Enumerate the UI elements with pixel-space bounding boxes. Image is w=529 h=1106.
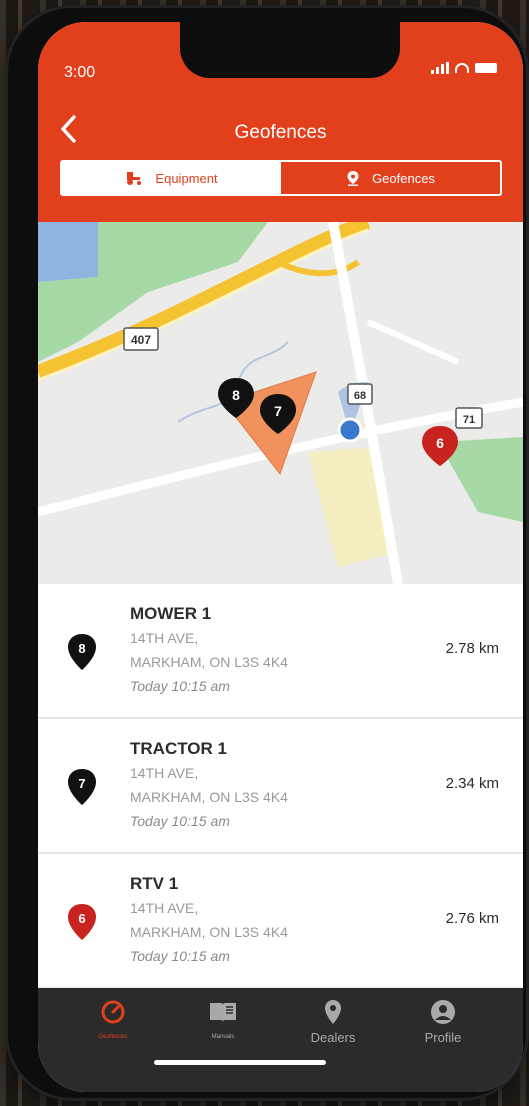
gauge-icon — [101, 1000, 125, 1024]
home-indicator[interactable] — [154, 1060, 326, 1065]
map-pin-icon — [347, 171, 359, 186]
equipment-timestamp: Today 10:15 am — [130, 813, 230, 829]
shield-label-71: 71 — [463, 414, 475, 426]
shield-label-407: 407 — [131, 333, 151, 347]
equipment-name: TRACTOR 1 — [130, 739, 227, 758]
status-icons — [431, 62, 497, 74]
tabbar-label: Profile — [424, 1030, 462, 1045]
equipment-distance: 2.78 km — [445, 640, 499, 657]
tabbar-item-geofences[interactable]: Geofences — [68, 998, 158, 1040]
map-canvas: 407 68 71 8 7 6 — [38, 222, 523, 584]
svg-text:6: 6 — [78, 911, 85, 926]
equipment-distance: 2.76 km — [445, 910, 499, 927]
segmented-control: Equipment Geofences — [60, 160, 502, 196]
equipment-name: MOWER 1 — [130, 604, 212, 623]
map-view[interactable]: 407 68 71 8 7 6 — [38, 222, 523, 584]
tab-equipment-label: Equipment — [155, 170, 218, 186]
app-screen: 3:00 Geofences Equipment Geofences 407 6… — [38, 22, 523, 1092]
map-pin-6-label: 6 — [436, 435, 444, 451]
map-pin-7-label: 7 — [274, 403, 282, 419]
map-pin-icon: 6 — [68, 904, 96, 940]
tractor-icon — [127, 172, 142, 185]
tab-geofences[interactable]: Geofences — [281, 162, 500, 194]
equipment-address-line2: MARKHAM, ON L3S 4K4 — [130, 924, 288, 940]
equipment-address-line1: 14TH AVE, — [130, 630, 199, 646]
page-title: Geofences — [234, 122, 327, 143]
phone-frame: 3:00 Geofences Equipment Geofences 407 6… — [8, 8, 526, 1098]
tabbar-item-profile[interactable]: Profile — [398, 998, 488, 1045]
highway-shield-71: 71 — [455, 407, 483, 429]
location-pin-icon — [325, 1000, 341, 1024]
list-item[interactable]: 6 RTV 1 14TH AVE, MARKHAM, ON L3S 4K4 To… — [38, 854, 523, 989]
tabbar-label: Manuals — [211, 1034, 235, 1040]
equipment-address-line1: 14TH AVE, — [130, 765, 199, 781]
tab-equipment[interactable]: Equipment — [62, 162, 281, 194]
map-pin-icon: 8 — [68, 634, 96, 670]
map-pin-8-label: 8 — [232, 387, 240, 403]
equipment-address-line2: MARKHAM, ON L3S 4K4 — [130, 654, 288, 670]
equipment-name: RTV 1 — [130, 874, 179, 893]
equipment-address-line1: 14TH AVE, — [130, 900, 199, 916]
current-location-dot — [337, 417, 363, 443]
notch — [180, 22, 400, 78]
battery-icon — [475, 63, 497, 73]
equipment-distance: 2.34 km — [445, 775, 499, 792]
highway-shield-407: 407 — [123, 327, 159, 351]
shield-label-68: 68 — [354, 390, 366, 402]
equipment-timestamp: Today 10:15 am — [130, 948, 230, 964]
tabbar-label: Dealers — [310, 1030, 356, 1045]
tabbar-item-manuals[interactable]: Manuals — [178, 998, 268, 1040]
book-icon — [210, 1003, 236, 1022]
signal-icon — [431, 62, 449, 74]
tab-geofences-label: Geofences — [372, 170, 435, 186]
svg-text:8: 8 — [78, 641, 85, 656]
highway-shield-68: 68 — [347, 383, 373, 405]
list-item[interactable]: 8 MOWER 1 14TH AVE, MARKHAM, ON L3S 4K4 … — [38, 584, 523, 719]
equipment-address-line2: MARKHAM, ON L3S 4K4 — [130, 789, 288, 805]
tabbar-item-dealers[interactable]: Dealers — [288, 998, 378, 1045]
bottom-tab-bar: Geofences Manuals Dealers Profile — [38, 988, 523, 1092]
svg-text:7: 7 — [78, 776, 85, 791]
equipment-timestamp: Today 10:15 am — [130, 678, 230, 694]
equipment-list: 8 MOWER 1 14TH AVE, MARKHAM, ON L3S 4K4 … — [38, 584, 523, 990]
status-time: 3:00 — [64, 64, 96, 81]
map-pin-icon: 7 — [68, 769, 96, 805]
list-item[interactable]: 7 TRACTOR 1 14TH AVE, MARKHAM, ON L3S 4K… — [38, 719, 523, 854]
user-icon — [431, 1000, 455, 1024]
tabbar-label: Geofences — [98, 1034, 128, 1040]
wifi-icon — [455, 63, 469, 73]
